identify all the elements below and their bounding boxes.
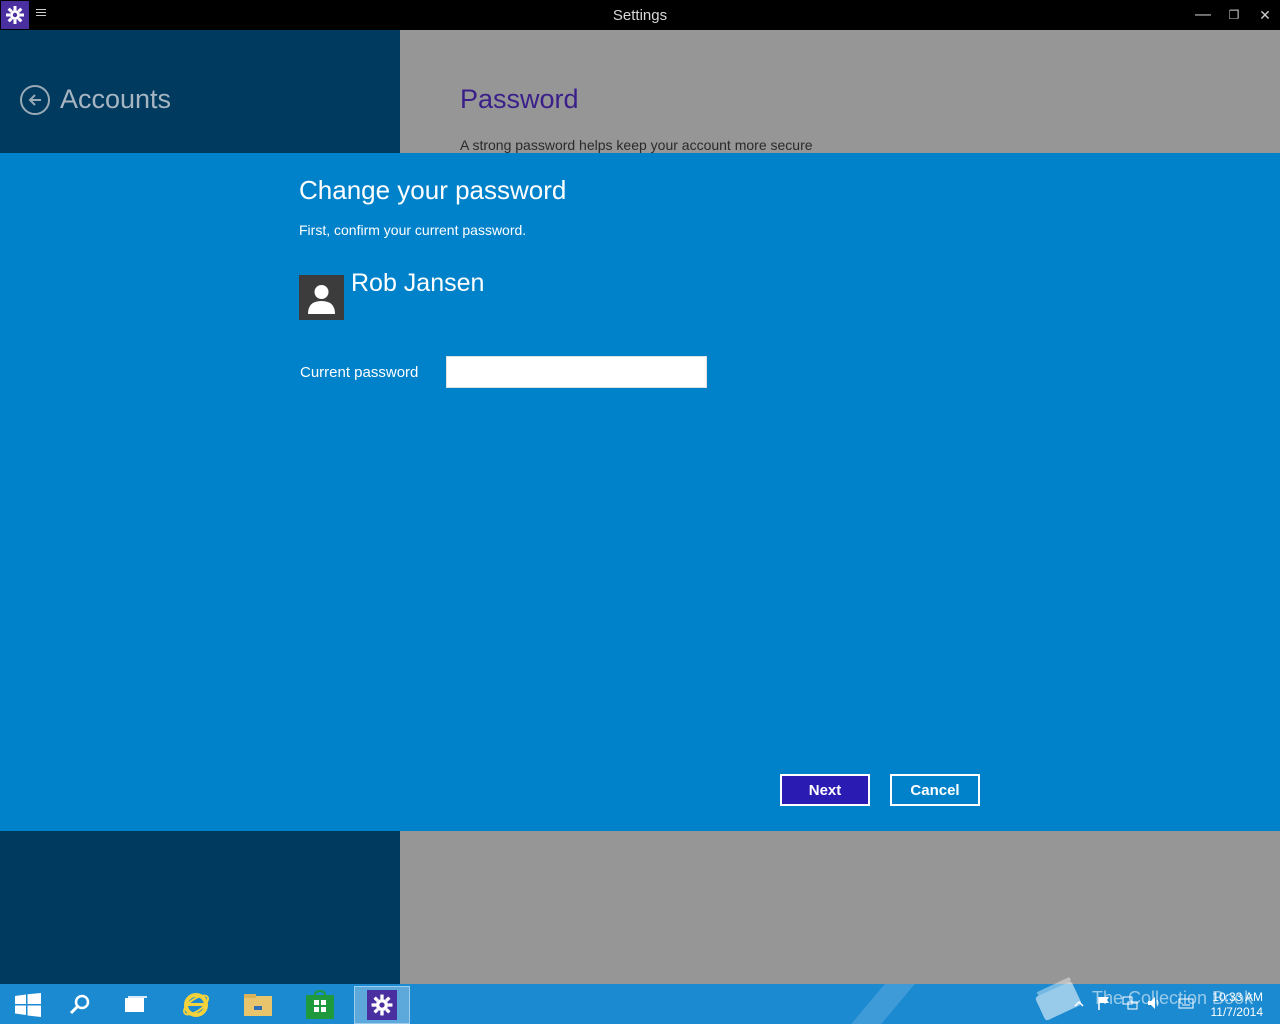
task-view-icon[interactable] xyxy=(108,986,164,1024)
show-hidden-icons-icon[interactable] xyxy=(1074,996,1088,1010)
file-explorer-icon[interactable] xyxy=(230,986,286,1024)
next-button[interactable]: Next xyxy=(780,774,870,806)
keyboard-icon[interactable] xyxy=(1178,996,1194,1010)
taskbar-decoration xyxy=(851,984,915,1024)
system-clock[interactable]: 10:33 AM 11/7/2014 xyxy=(1211,990,1264,1020)
internet-explorer-icon[interactable] xyxy=(168,986,224,1024)
section-description: A strong password helps keep your accoun… xyxy=(460,137,813,153)
start-icon[interactable] xyxy=(0,986,56,1024)
current-password-input[interactable] xyxy=(446,356,707,388)
store-icon[interactable] xyxy=(292,986,348,1024)
user-avatar-icon xyxy=(299,275,344,320)
title-bar: Settings — ❐ ✕ xyxy=(0,0,1280,30)
dialog-title: Change your password xyxy=(299,175,567,205)
action-center-flag-icon[interactable] xyxy=(1097,996,1111,1010)
back-arrow-icon xyxy=(28,94,41,106)
settings-taskbar-icon[interactable] xyxy=(354,986,410,1024)
window-title: Settings xyxy=(612,7,668,24)
clock-time: 10:33 AM xyxy=(1212,990,1263,1004)
clock-date: 11/7/2014 xyxy=(1210,1005,1264,1019)
dialog-subtitle: First, confirm your current password. xyxy=(299,222,527,238)
close-button[interactable]: ✕ xyxy=(1254,5,1276,25)
user-name: Rob Jansen xyxy=(351,269,485,297)
network-icon[interactable] xyxy=(1122,996,1138,1010)
volume-icon[interactable] xyxy=(1147,996,1161,1010)
search-icon[interactable] xyxy=(52,986,108,1024)
current-password-label: Current password xyxy=(300,364,419,381)
minimize-button[interactable]: — xyxy=(1192,5,1214,25)
taskbar: The Collection Book 10:33 AM 11/7/2014 xyxy=(0,977,1280,1024)
cancel-button[interactable]: Cancel xyxy=(890,774,980,806)
section-title: Password xyxy=(460,84,579,114)
page-title: Accounts xyxy=(60,84,172,114)
change-password-dialog: Change your password First, confirm your… xyxy=(0,153,1280,831)
restore-button[interactable]: ❐ xyxy=(1223,5,1245,25)
back-button[interactable] xyxy=(20,85,50,115)
